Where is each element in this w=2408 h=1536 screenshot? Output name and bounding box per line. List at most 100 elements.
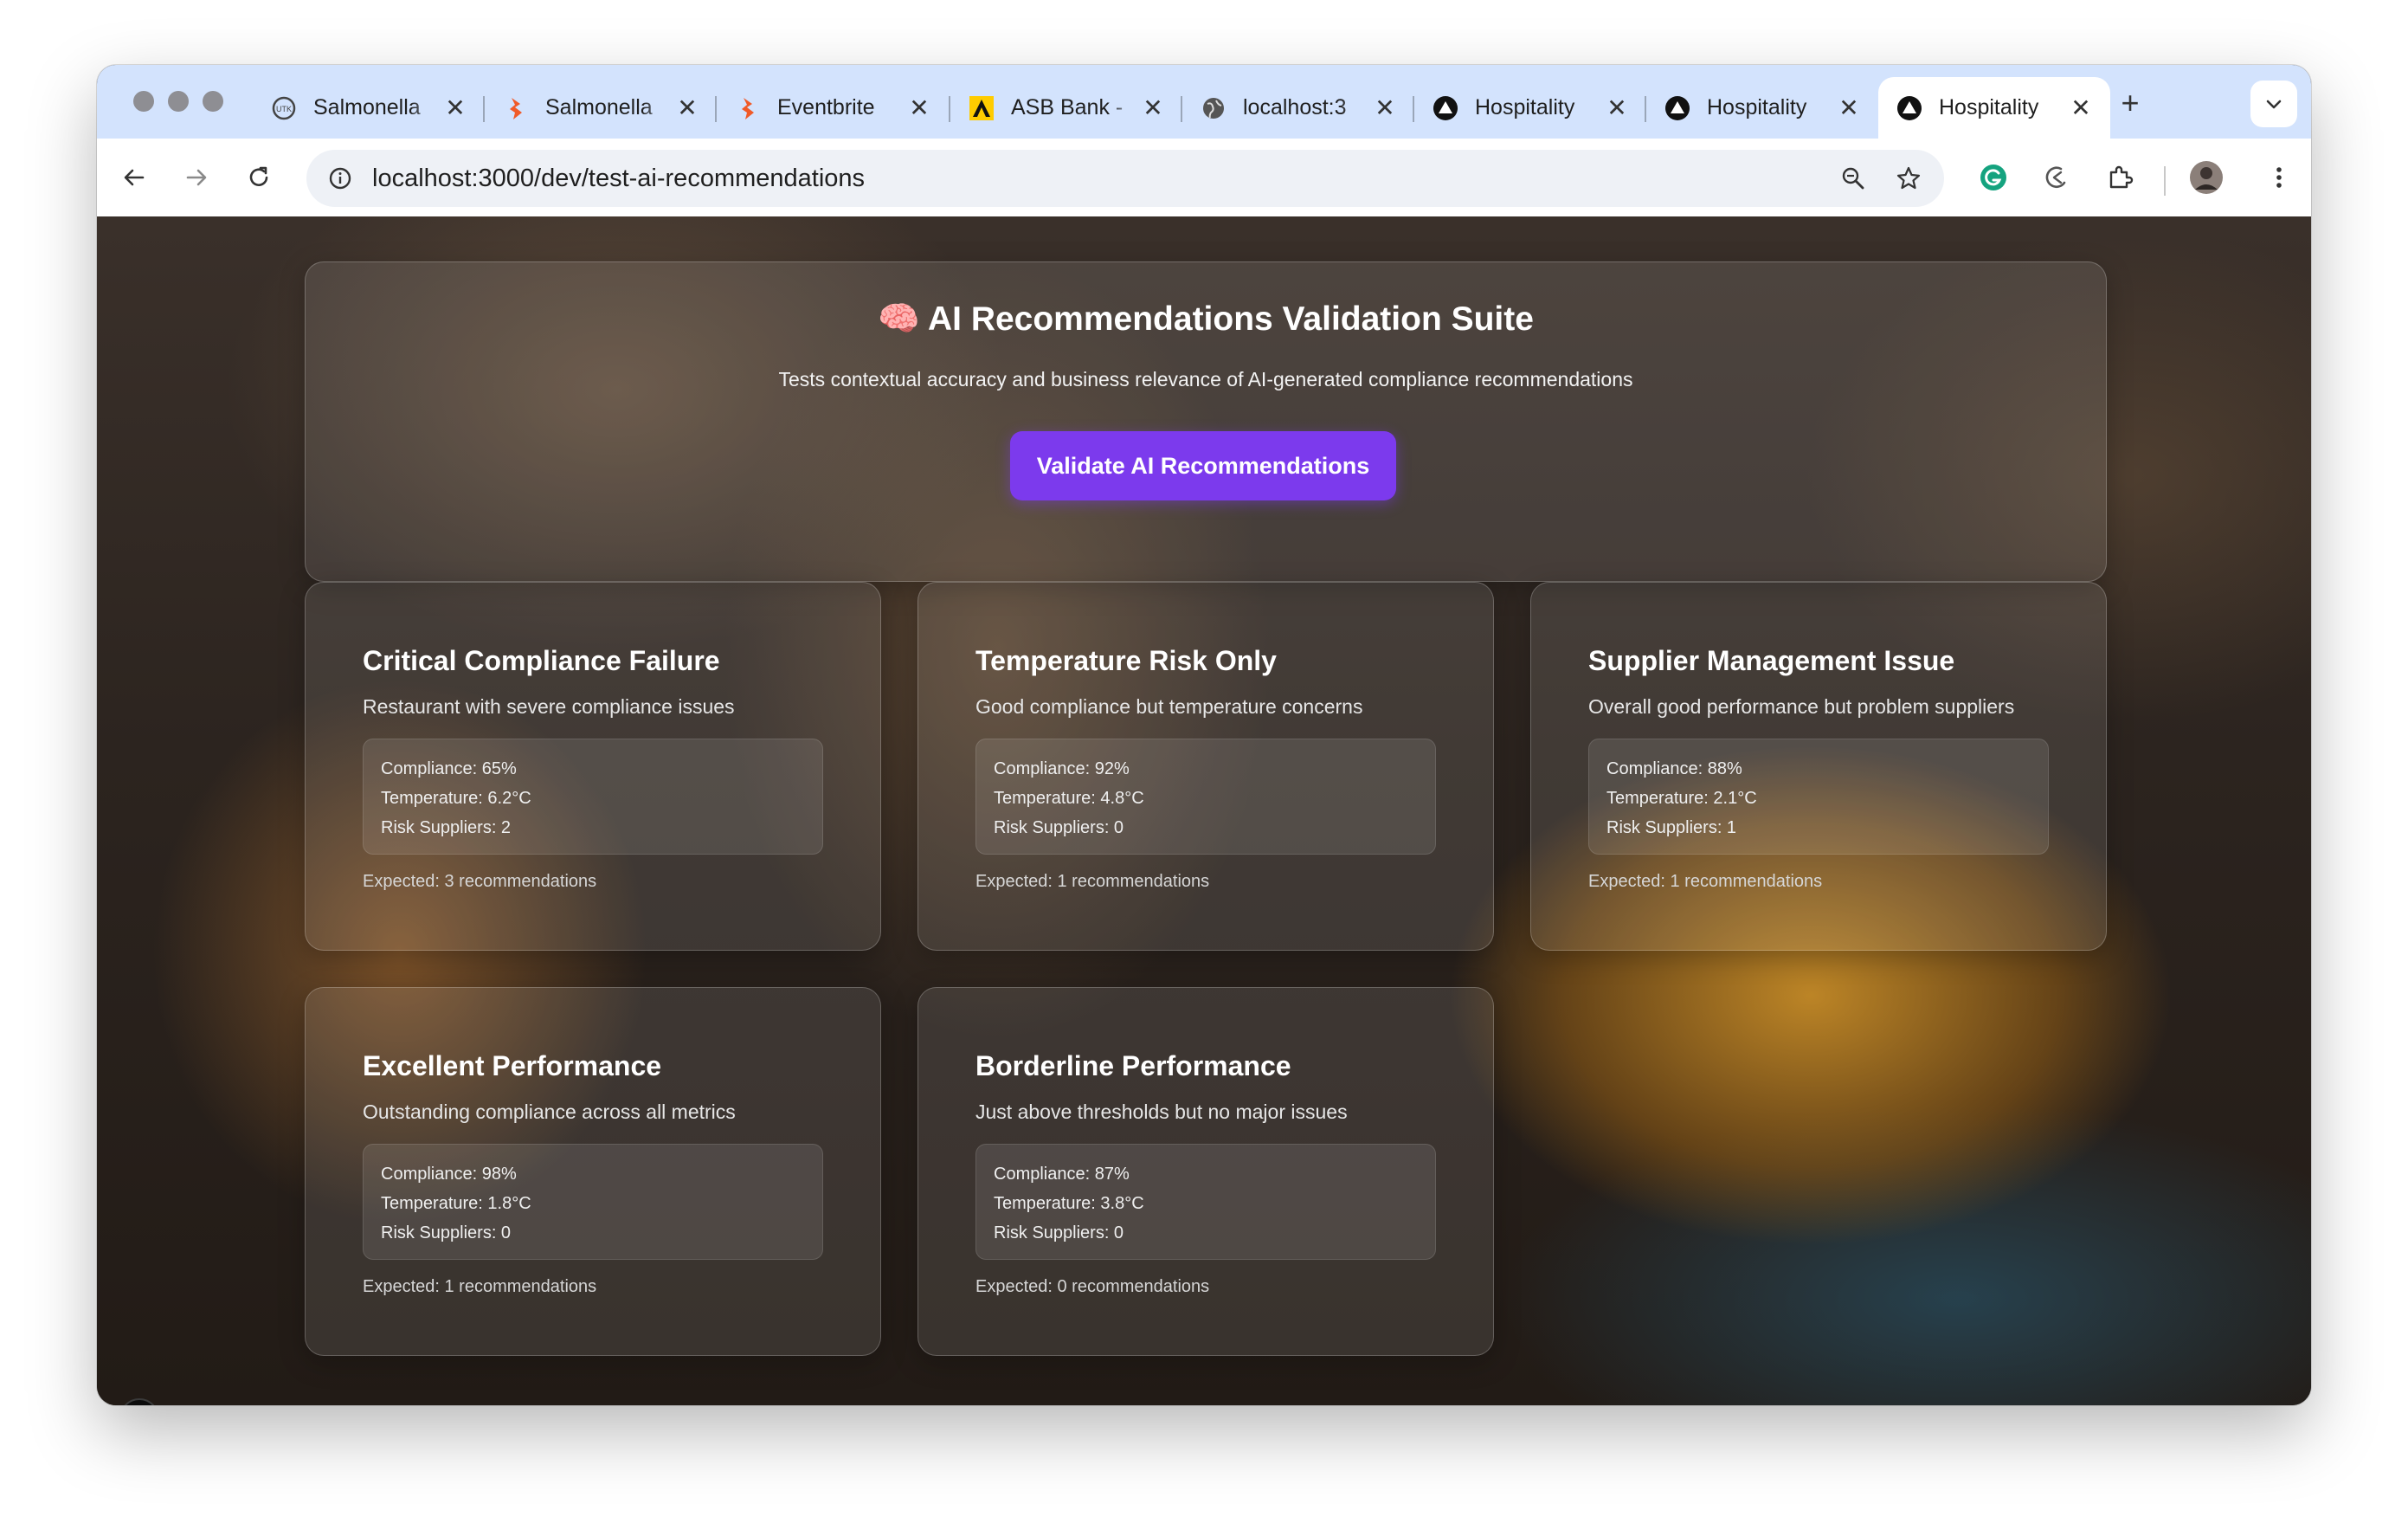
tab-label: Eventbrite bbox=[777, 95, 875, 119]
asb-logo-icon bbox=[968, 94, 995, 122]
expected-count: Expected: 0 recommendations bbox=[975, 1277, 1210, 1296]
temperature-metric: Temperature: 1.8°C bbox=[381, 1194, 531, 1213]
avatar[interactable] bbox=[2186, 158, 2226, 197]
tab-eventbrite[interactable]: Eventbrite ✕ bbox=[717, 77, 949, 139]
reload-button[interactable] bbox=[239, 158, 279, 197]
card-title: Critical Compliance Failure bbox=[363, 645, 720, 676]
metrics-box: Compliance: 88% Temperature: 2.1°C Risk … bbox=[1588, 739, 2049, 855]
validate-ai-recommendations-button[interactable]: Validate AI Recommendations bbox=[1010, 431, 1396, 500]
scenario-card[interactable]: Temperature Risk Only Good compliance bu… bbox=[917, 582, 1494, 951]
minimize-window-button[interactable] bbox=[168, 91, 189, 112]
risk-suppliers-metric: Risk Suppliers: 0 bbox=[381, 1223, 512, 1242]
arrow-right-icon bbox=[186, 169, 207, 186]
forward-button[interactable] bbox=[177, 158, 216, 197]
card-description: Outstanding compliance across all metric… bbox=[363, 1100, 736, 1123]
temperature-metric: Temperature: 2.1°C bbox=[1606, 789, 1757, 808]
new-tab-button[interactable]: + bbox=[2114, 87, 2147, 120]
scenario-card[interactable]: Excellent Performance Outstanding compli… bbox=[305, 987, 881, 1356]
tab-localhost[interactable]: localhost:3 ✕ bbox=[1182, 77, 1414, 139]
risk-suppliers-metric: Risk Suppliers: 0 bbox=[994, 818, 1124, 837]
tab-label: ASB Bank - bbox=[1011, 95, 1124, 119]
close-icon[interactable]: ✕ bbox=[1605, 95, 1629, 120]
close-icon[interactable]: ✕ bbox=[443, 95, 467, 120]
more-menu-icon[interactable] bbox=[2259, 158, 2299, 197]
browser-window: UTK Salmonella ✕ Salmonella ✕ Eventbrite… bbox=[97, 65, 2311, 1405]
close-window-button[interactable] bbox=[133, 91, 154, 112]
tab-label: Salmonella bbox=[545, 95, 653, 119]
close-icon[interactable]: ✕ bbox=[675, 95, 699, 120]
expected-count: Expected: 1 recommendations bbox=[975, 872, 1210, 891]
chevron-down-icon bbox=[2266, 100, 2282, 109]
risk-suppliers-metric: Risk Suppliers: 0 bbox=[994, 1223, 1124, 1242]
compliance-metric: Compliance: 88% bbox=[1606, 759, 1742, 778]
flame-icon bbox=[734, 94, 762, 122]
tab-hospitality-active[interactable]: Hospitality ✕ bbox=[1878, 77, 2110, 139]
card-description: Restaurant with severe compliance issues bbox=[363, 695, 735, 718]
tab-label: localhost:3 bbox=[1243, 95, 1347, 119]
triangle-logo-icon bbox=[1896, 94, 1923, 122]
address-bar[interactable]: localhost:3000/dev/test-ai-recommendatio… bbox=[306, 150, 1944, 207]
grammarly-extension-icon[interactable] bbox=[1973, 158, 2013, 197]
metrics-box: Compliance: 98% Temperature: 1.8°C Risk … bbox=[363, 1144, 823, 1260]
tab-label: Hospitality bbox=[1939, 95, 2039, 119]
close-icon[interactable]: ✕ bbox=[1373, 95, 1397, 120]
card-title: Supplier Management Issue bbox=[1588, 645, 1955, 676]
risk-suppliers-metric: Risk Suppliers: 2 bbox=[381, 818, 512, 837]
tab-hospitality-1[interactable]: Hospitality ✕ bbox=[1414, 77, 1646, 139]
close-icon[interactable]: ✕ bbox=[2069, 95, 2093, 120]
metrics-box: Compliance: 92% Temperature: 4.8°C Risk … bbox=[975, 739, 1436, 855]
temperature-metric: Temperature: 6.2°C bbox=[381, 789, 531, 808]
back-button[interactable] bbox=[114, 158, 154, 197]
temperature-metric: Temperature: 4.8°C bbox=[994, 789, 1144, 808]
expected-count: Expected: 3 recommendations bbox=[363, 872, 597, 891]
close-icon[interactable]: ✕ bbox=[1837, 95, 1861, 120]
expected-count: Expected: 1 recommendations bbox=[1588, 872, 1823, 891]
hero-panel: 🧠 AI Recommendations Validation Suite Te… bbox=[305, 261, 2107, 582]
globe-icon bbox=[1200, 94, 1227, 122]
tab-label: Hospitality bbox=[1707, 95, 1807, 119]
risk-suppliers-metric: Risk Suppliers: 1 bbox=[1606, 818, 1737, 837]
metrics-box: Compliance: 87% Temperature: 3.8°C Risk … bbox=[975, 1144, 1436, 1260]
tab-search-button[interactable] bbox=[2250, 81, 2297, 127]
maximize-window-button[interactable] bbox=[203, 91, 223, 112]
url-text: localhost:3000/dev/test-ai-recommendatio… bbox=[372, 165, 866, 192]
extensions-puzzle-icon[interactable] bbox=[2100, 158, 2140, 197]
browser-toolbar: localhost:3000/dev/test-ai-recommendatio… bbox=[97, 139, 2311, 217]
scenario-card[interactable]: Supplier Management Issue Overall good p… bbox=[1530, 582, 2107, 951]
triangle-logo-icon bbox=[1664, 94, 1691, 122]
page-title: 🧠 AI Recommendations Validation Suite bbox=[306, 299, 2106, 339]
globe-icon: UTK bbox=[270, 94, 298, 122]
dev-tools-badge[interactable]: N bbox=[119, 1398, 159, 1405]
compliance-metric: Compliance: 92% bbox=[994, 759, 1130, 778]
reload-icon bbox=[249, 166, 268, 186]
moon-extension-icon[interactable] bbox=[2036, 158, 2076, 197]
metrics-box: Compliance: 65% Temperature: 6.2°C Risk … bbox=[363, 739, 823, 855]
compliance-metric: Compliance: 65% bbox=[381, 759, 517, 778]
close-icon[interactable]: ✕ bbox=[907, 95, 931, 120]
site-info-icon[interactable] bbox=[320, 158, 360, 198]
tab-salmonella-1[interactable]: UTK Salmonella ✕ bbox=[253, 77, 485, 139]
tab-strip: UTK Salmonella ✕ Salmonella ✕ Eventbrite… bbox=[97, 65, 2311, 139]
arrow-left-icon bbox=[124, 169, 145, 186]
tab-hospitality-2[interactable]: Hospitality ✕ bbox=[1646, 77, 1878, 139]
card-title: Excellent Performance bbox=[363, 1050, 662, 1081]
tab-asb-bank[interactable]: ASB Bank - ✕ bbox=[950, 77, 1182, 139]
page-title-text: AI Recommendations Validation Suite bbox=[927, 300, 1534, 338]
tab-label: Hospitality bbox=[1475, 95, 1575, 119]
brain-icon: 🧠 bbox=[878, 300, 920, 338]
page-subtitle: Tests contextual accuracy and business r… bbox=[778, 368, 1633, 390]
bookmark-star-icon[interactable] bbox=[1889, 158, 1928, 198]
card-title: Temperature Risk Only bbox=[975, 645, 1277, 676]
svg-text:UTK: UTK bbox=[276, 105, 292, 113]
zoom-icon[interactable] bbox=[1833, 158, 1873, 198]
tab-salmonella-2[interactable]: Salmonella ✕ bbox=[485, 77, 717, 139]
compliance-metric: Compliance: 87% bbox=[994, 1165, 1130, 1184]
close-icon[interactable]: ✕ bbox=[1141, 95, 1165, 120]
scenario-card[interactable]: Borderline Performance Just above thresh… bbox=[917, 987, 1494, 1356]
card-description: Just above thresholds but no major issue… bbox=[975, 1100, 1348, 1123]
scenario-card[interactable]: Critical Compliance Failure Restaurant w… bbox=[305, 582, 881, 951]
card-description: Good compliance but temperature concerns bbox=[975, 695, 1363, 718]
tab-label: Salmonella bbox=[313, 95, 421, 119]
card-description: Overall good performance but problem sup… bbox=[1588, 695, 2015, 718]
page-content: 🧠 AI Recommendations Validation Suite Te… bbox=[97, 216, 2311, 1405]
